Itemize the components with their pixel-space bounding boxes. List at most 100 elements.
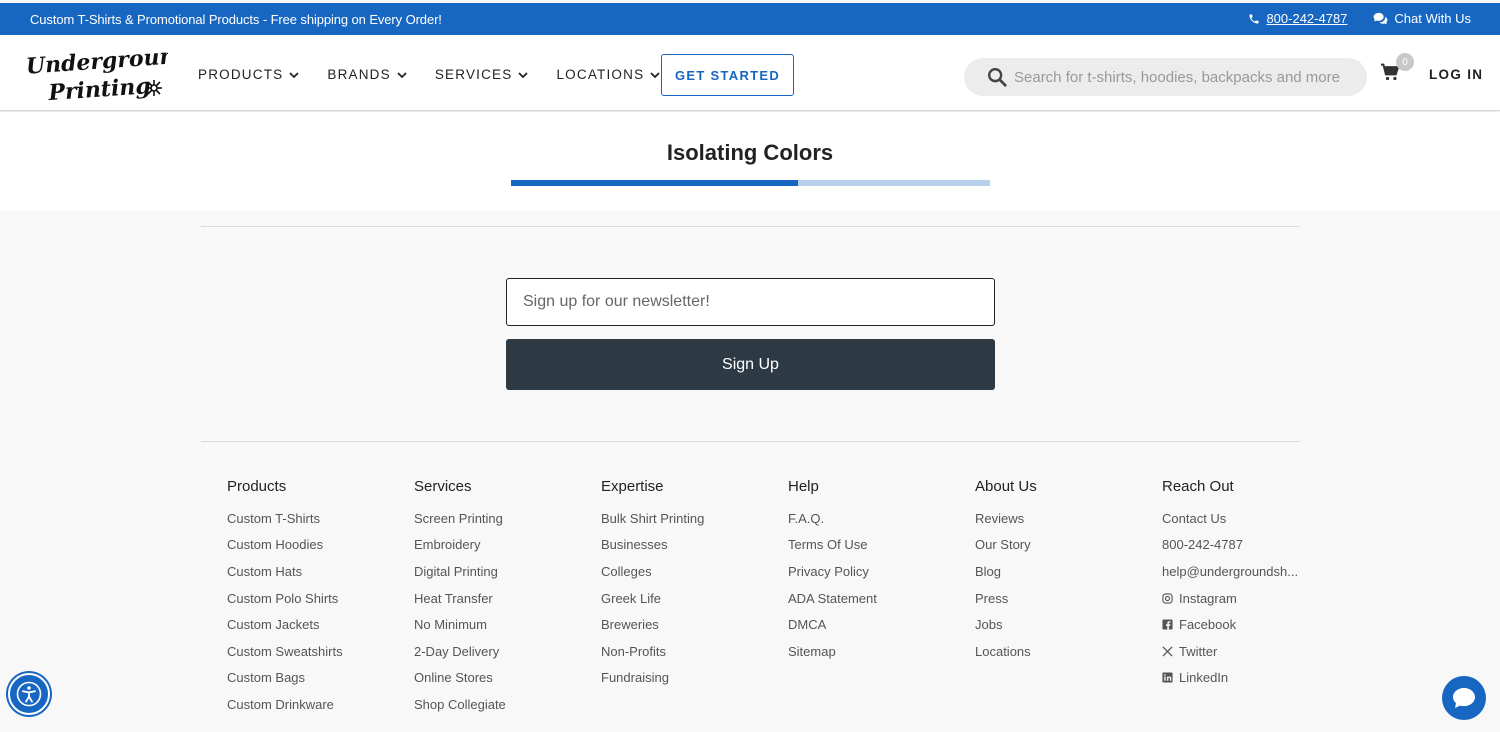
- footer-link[interactable]: Bulk Shirt Printing: [601, 505, 781, 532]
- footer-link[interactable]: ADA Statement: [788, 585, 968, 612]
- logo-burst-icon: [146, 80, 162, 96]
- footer-link[interactable]: Terms Of Use: [788, 532, 968, 559]
- underground-printing-logo[interactable]: Underground Printing: [24, 45, 168, 103]
- chevron-down-icon: [289, 71, 299, 78]
- divider: [201, 441, 1300, 442]
- footer-link-twitter[interactable]: Twitter: [1162, 638, 1302, 665]
- footer-link[interactable]: Breweries: [601, 611, 781, 638]
- footer-link-instagram[interactable]: Instagram: [1162, 585, 1302, 612]
- linkedin-icon: [1162, 672, 1173, 683]
- footer-link[interactable]: Reviews: [975, 505, 1155, 532]
- chat-with-us-link[interactable]: Chat With Us: [1394, 11, 1471, 26]
- footer-link[interactable]: Our Story: [975, 532, 1155, 559]
- footer-heading: Services: [414, 478, 472, 495]
- facebook-icon: [1162, 619, 1173, 631]
- footer-link[interactable]: Privacy Policy: [788, 558, 968, 585]
- footer-link[interactable]: F.A.Q.: [788, 505, 968, 532]
- instagram-icon: [1162, 592, 1173, 604]
- nav-brands-label: BRANDS: [327, 67, 391, 82]
- phone-link[interactable]: 800-242-4787: [1266, 11, 1347, 26]
- live-chat-button[interactable]: [1442, 676, 1486, 720]
- main-nav: PRODUCTS BRANDS SERVICES LOCATIONS: [198, 67, 688, 82]
- footer-link[interactable]: Greek Life: [601, 585, 781, 612]
- search-input[interactable]: [1014, 68, 1344, 86]
- footer-heading: Products: [227, 478, 287, 495]
- promo-bar-right: 800-242-4787 Chat With Us: [1248, 11, 1471, 26]
- nav-locations[interactable]: LOCATIONS: [556, 67, 660, 82]
- linkedin-label: LinkedIn: [1179, 670, 1229, 686]
- footer-column-reach-out: Reach Out Contact Us 800-242-4787 help@u…: [1162, 478, 1302, 691]
- footer-link[interactable]: Custom Jackets: [227, 611, 407, 638]
- footer-heading: Expertise: [601, 478, 664, 495]
- footer-column-about-us: About Us Reviews Our Story Blog Press Jo…: [975, 478, 1155, 665]
- logo-line2: Printing: [47, 73, 152, 103]
- instagram-label: Instagram: [1179, 590, 1237, 606]
- footer-link[interactable]: Custom Polo Shirts: [227, 585, 407, 612]
- x-twitter-icon: [1162, 646, 1173, 657]
- footer-link[interactable]: Press: [975, 585, 1155, 612]
- newsletter-email-input[interactable]: [506, 278, 995, 326]
- nav-services-label: SERVICES: [434, 67, 513, 82]
- accessibility-button[interactable]: [8, 673, 50, 715]
- footer-column-products: Products Custom T-Shirts Custom Hoodies …: [227, 478, 407, 718]
- chat-bubble-icon: [1453, 688, 1475, 708]
- footer-link[interactable]: Custom Hats: [227, 558, 407, 585]
- footer-link[interactable]: Locations: [975, 638, 1155, 665]
- footer-link[interactable]: Blog: [975, 558, 1155, 585]
- site-header: Underground Printing PRODUCTS BRANDS SER…: [0, 35, 1500, 111]
- footer-link[interactable]: Custom Bags: [227, 665, 407, 692]
- footer-link[interactable]: Custom Sweatshirts: [227, 638, 407, 665]
- get-started-button[interactable]: GET STARTED: [661, 54, 794, 96]
- nav-services[interactable]: SERVICES: [435, 67, 529, 82]
- footer-heading: Help: [788, 478, 819, 495]
- nav-products[interactable]: PRODUCTS: [198, 67, 299, 82]
- facebook-label: Facebook: [1179, 617, 1237, 633]
- footer-link[interactable]: Sitemap: [788, 638, 968, 665]
- section-title: Isolating Colors: [666, 140, 834, 165]
- footer-column-help: Help F.A.Q. Terms Of Use Privacy Policy …: [788, 478, 968, 665]
- footer-link[interactable]: DMCA: [788, 611, 968, 638]
- nav-products-label: PRODUCTS: [198, 67, 284, 82]
- footer-link[interactable]: Fundraising: [601, 665, 781, 692]
- footer-column-services: Services Screen Printing Embroidery Digi…: [414, 478, 594, 718]
- chevron-down-icon: [650, 71, 660, 78]
- footer-heading: About Us: [975, 478, 1037, 495]
- chat-bubbles-icon: [1374, 12, 1388, 25]
- footer-link[interactable]: Non-Profits: [601, 638, 781, 665]
- footer-link[interactable]: No Minimum: [414, 611, 594, 638]
- progress-section: Isolating Colors: [0, 112, 1500, 210]
- footer-link[interactable]: Businesses: [601, 532, 781, 559]
- footer-link[interactable]: 2-Day Delivery: [414, 638, 594, 665]
- footer-link[interactable]: Jobs: [975, 611, 1155, 638]
- log-in-link[interactable]: LOG IN: [1429, 67, 1483, 82]
- footer-link[interactable]: Online Stores: [414, 665, 594, 692]
- search-bar: [964, 58, 1367, 96]
- twitter-label: Twitter: [1179, 643, 1218, 659]
- footer-link-facebook[interactable]: Facebook: [1162, 611, 1302, 638]
- progress-bar: [511, 180, 990, 186]
- chevron-down-icon: [397, 71, 407, 78]
- cart-button[interactable]: 0: [1380, 53, 1414, 87]
- search-icon[interactable]: [986, 66, 1008, 88]
- footer-link-linkedin[interactable]: LinkedIn: [1162, 665, 1302, 692]
- footer-link-phone[interactable]: 800-242-4787: [1162, 532, 1302, 559]
- nav-brands[interactable]: BRANDS: [327, 67, 407, 82]
- footer-link[interactable]: Colleges: [601, 558, 781, 585]
- footer-link[interactable]: Screen Printing: [414, 505, 594, 532]
- accessibility-icon: [16, 681, 42, 707]
- footer-link[interactable]: Custom T-Shirts: [227, 505, 407, 532]
- footer-link[interactable]: Embroidery: [414, 532, 594, 559]
- divider: [201, 226, 1300, 227]
- chevron-down-icon: [518, 71, 529, 78]
- footer-link[interactable]: Digital Printing: [414, 558, 594, 585]
- phone-icon: [1249, 14, 1259, 23]
- footer-link[interactable]: Custom Drinkware: [227, 691, 407, 718]
- footer-link[interactable]: Shop Collegiate: [414, 691, 594, 718]
- sign-up-button[interactable]: Sign Up: [506, 339, 995, 390]
- footer-link[interactable]: Heat Transfer: [414, 585, 594, 612]
- footer-link[interactable]: Custom Hoodies: [227, 532, 407, 559]
- promo-text: Custom T-Shirts & Promotional Products -…: [30, 12, 442, 27]
- footer-link-email[interactable]: help@undergroundsh...: [1162, 558, 1302, 585]
- footer-link-contact[interactable]: Contact Us: [1162, 505, 1302, 532]
- progress-bar-fill: [511, 180, 799, 186]
